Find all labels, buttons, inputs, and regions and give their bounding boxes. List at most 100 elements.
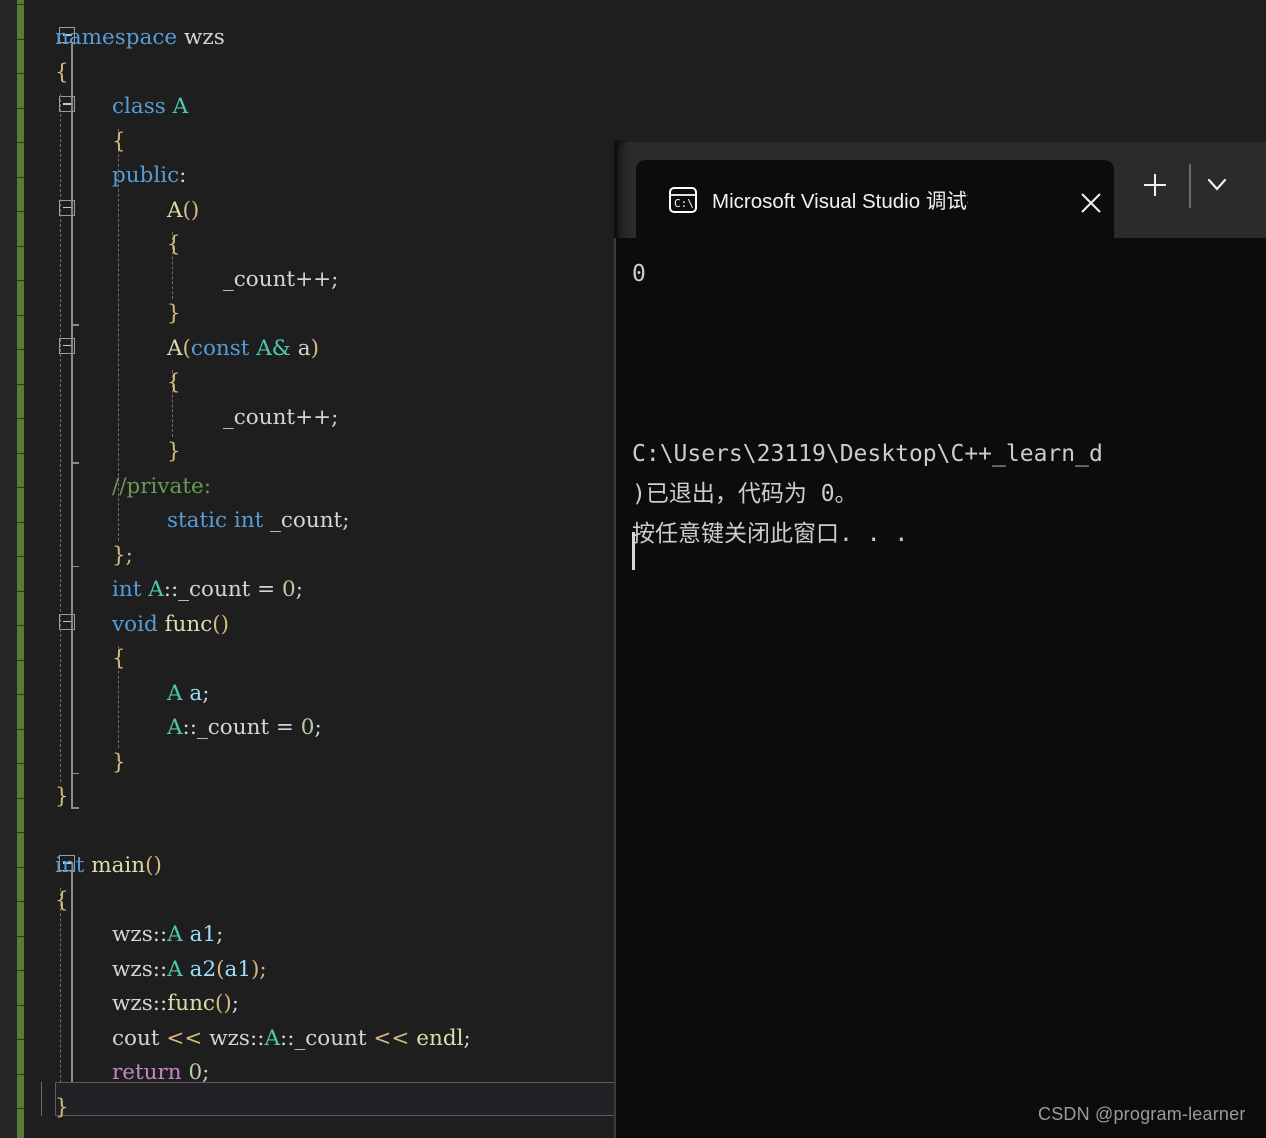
console-output-line: 按任意键关闭此窗口. . . <box>632 521 909 547</box>
code-token: a1 <box>189 922 217 947</box>
code-token: ; <box>314 715 322 740</box>
code-line: { <box>0 366 614 401</box>
console-output-text: 0 C:\Users\23119\Desktop\C++_learn_d)已退出，… <box>632 238 1266 1138</box>
console-text-cursor <box>632 532 635 570</box>
code-editor-pane[interactable]: namespace wzs{class A{public: A(){_count+… <box>0 0 614 1138</box>
console-left-border <box>614 238 616 1138</box>
code-line: { <box>0 228 614 263</box>
code-token: } <box>167 439 181 464</box>
code-token: { <box>55 59 69 85</box>
console-output-area[interactable]: 0 C:\Users\23119\Desktop\C++_learn_d)已退出，… <box>614 238 1266 1138</box>
console-output-line: 0 <box>632 261 646 287</box>
code-token: ::_count <box>163 577 251 602</box>
console-titlebar-shadow <box>614 140 1266 240</box>
csdn-watermark: CSDN @program-learner <box>1038 1104 1246 1124</box>
code-line: wzs::A a1; <box>0 918 614 953</box>
code-token: } <box>167 301 181 326</box>
source-code-text[interactable]: namespace wzs{class A{public: A(){_count+… <box>0 0 614 1138</box>
code-token: func <box>164 611 213 637</box>
code-line: A::_count = 0; <box>0 711 614 746</box>
code-token: = <box>250 577 282 602</box>
code-token: public <box>112 163 180 188</box>
code-token: int <box>55 853 85 878</box>
code-token: _count <box>223 266 296 292</box>
code-token: { <box>55 887 69 913</box>
code-token: () <box>182 197 200 223</box>
code-token: << <box>159 1025 210 1051</box>
code-line: public: <box>0 159 614 194</box>
code-token: _count; <box>270 508 350 533</box>
code-token: class <box>112 94 166 119</box>
code-token: endl <box>416 1025 464 1051</box>
code-token: A <box>167 922 183 947</box>
code-token: A <box>167 956 183 982</box>
code-line: A(const A& a) <box>0 332 614 367</box>
code-line: cout << wzs::A::_count << endl; <box>0 1022 614 1057</box>
code-token: } <box>55 1094 69 1120</box>
code-line: } <box>0 435 614 470</box>
code-token: ; <box>216 922 224 947</box>
code-token: A <box>148 577 164 602</box>
code-token: a2 <box>189 956 217 982</box>
code-line: } <box>0 1091 614 1126</box>
code-token: { <box>167 232 181 257</box>
code-line: A() <box>0 194 614 229</box>
code-token: () <box>214 991 232 1016</box>
code-token: () <box>145 853 162 878</box>
code-token: A <box>167 335 183 361</box>
code-token: cout <box>112 1025 160 1051</box>
code-token: int <box>233 508 264 533</box>
code-line: //private: <box>0 470 614 505</box>
code-token: } <box>55 784 69 809</box>
code-token: = <box>269 715 301 740</box>
code-token: void <box>112 611 158 637</box>
code-token: { <box>112 128 126 154</box>
code-line: { <box>0 56 614 91</box>
code-token: A <box>167 680 183 706</box>
code-line: namespace wzs <box>0 21 614 56</box>
code-token: ; <box>202 680 210 706</box>
code-token: a <box>189 680 203 706</box>
code-line: class A <box>0 90 614 125</box>
code-token: ; <box>231 991 239 1016</box>
code-line: A a; <box>0 677 614 712</box>
code-line: _count++; <box>0 263 614 298</box>
console-window[interactable]: C:\ Microsoft Visual Studio 调试控 <box>614 140 1266 1138</box>
console-output-line: C:\Users\23119\Desktop\C++_learn_d <box>632 441 1103 467</box>
code-token: } <box>112 749 126 775</box>
code-token: a1 <box>224 956 252 982</box>
code-token: { <box>112 646 126 671</box>
code-token: ++; <box>295 266 339 292</box>
code-token: A <box>264 1025 280 1051</box>
code-token: 0 <box>300 715 315 740</box>
code-token: 0 <box>188 1060 203 1085</box>
code-token: A <box>172 94 189 119</box>
code-token: const <box>190 335 250 361</box>
code-token: }; <box>112 542 133 568</box>
code-line: return 0; <box>0 1056 614 1091</box>
code-token: 0 <box>282 577 296 602</box>
code-line: }; <box>0 539 614 574</box>
code-token: : <box>179 163 187 188</box>
code-token: ( <box>216 956 225 982</box>
code-token: ); <box>251 956 267 982</box>
code-token: ) <box>310 335 320 361</box>
code-token: a <box>297 335 311 361</box>
code-line: } <box>0 780 614 815</box>
code-line: { <box>0 642 614 677</box>
code-line: _count++; <box>0 401 614 436</box>
code-line: int main() <box>0 849 614 884</box>
code-token: ; <box>202 1060 210 1085</box>
code-token: return <box>112 1060 182 1085</box>
code-token: A <box>167 715 183 740</box>
code-token: () <box>212 611 230 637</box>
code-line: wzs::func(); <box>0 987 614 1022</box>
code-token: wzs:: <box>112 956 168 982</box>
code-token: { <box>167 370 181 395</box>
code-line: { <box>0 125 614 160</box>
